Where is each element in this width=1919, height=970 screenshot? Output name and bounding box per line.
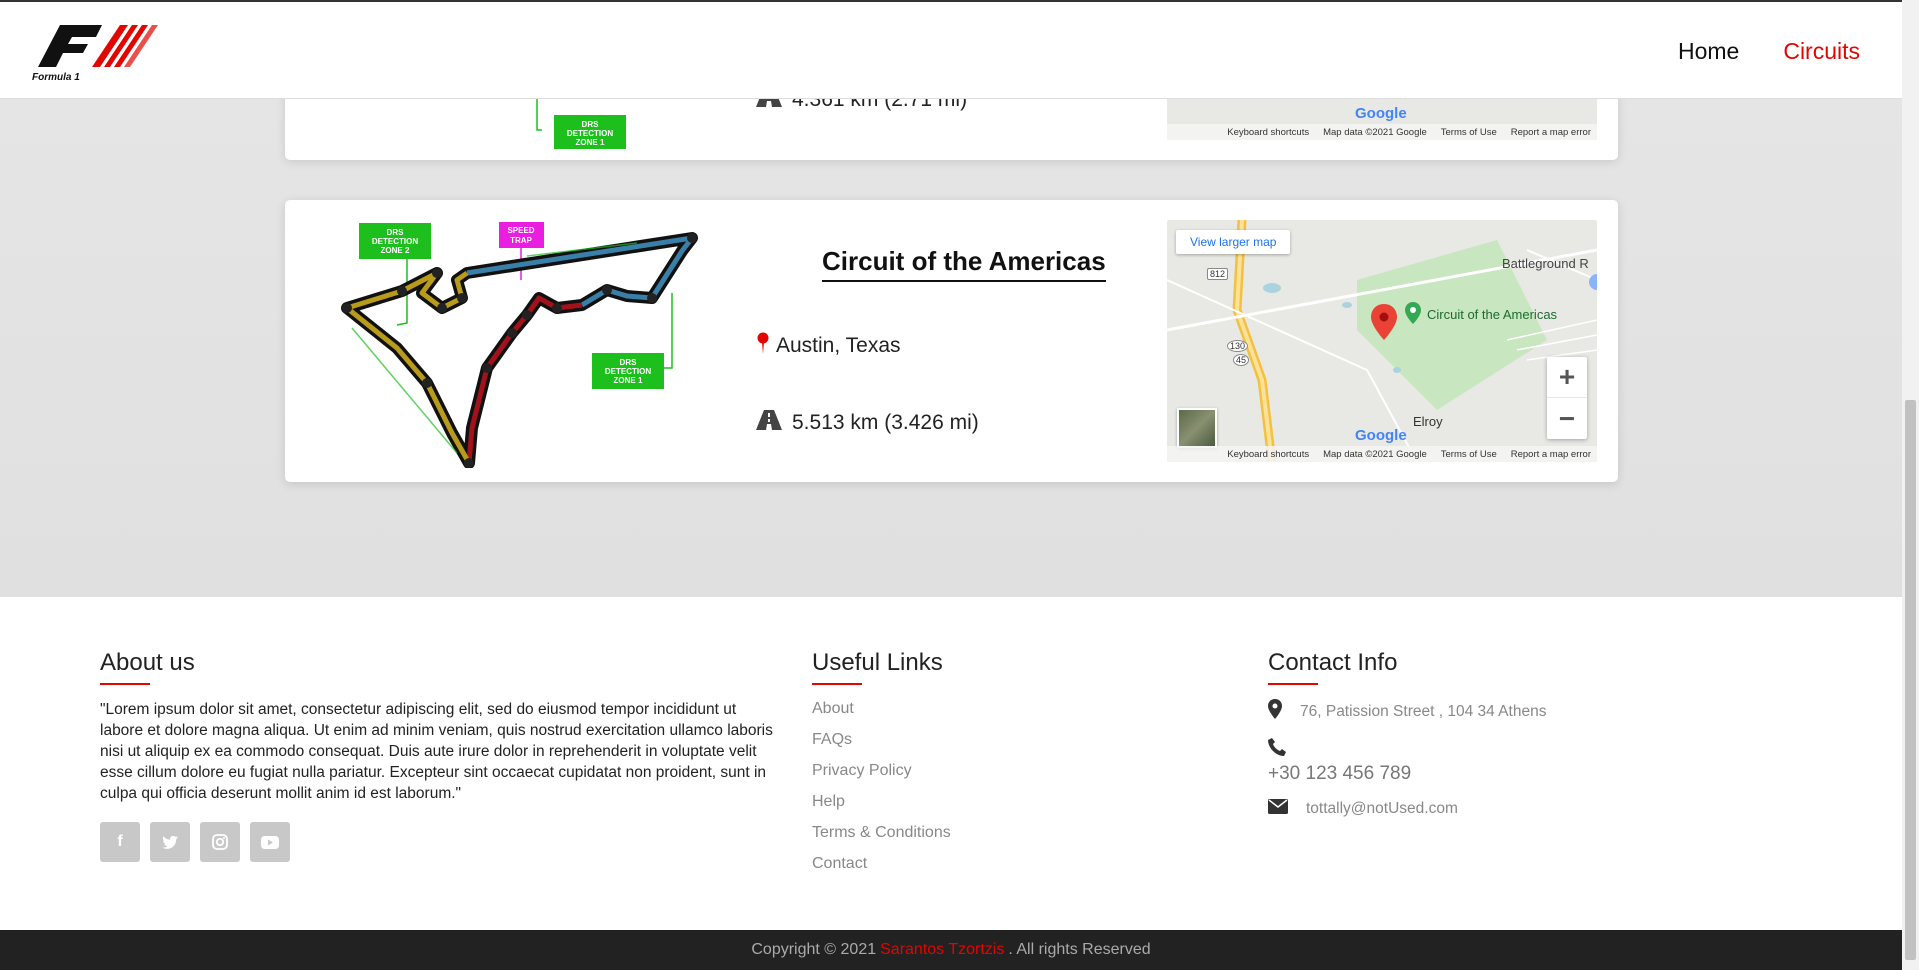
footer-link-terms[interactable]: Terms & Conditions bbox=[812, 823, 951, 843]
about-text: "Lorem ipsum dolor sit amet, consectetur… bbox=[100, 701, 773, 802]
circuit-location: Austin, Texas bbox=[756, 332, 901, 360]
circuit-length: 5.513 km (3.426 mi) bbox=[756, 410, 979, 436]
footer-link-privacy[interactable]: Privacy Policy bbox=[812, 761, 951, 781]
social-links: f bbox=[100, 822, 780, 862]
about-title: About us bbox=[100, 649, 780, 685]
location-icon bbox=[1268, 699, 1282, 724]
twitter-icon[interactable] bbox=[150, 822, 190, 862]
f1-logo[interactable]: Formula 1 bbox=[30, 17, 160, 83]
links-title: Useful Links bbox=[812, 649, 951, 685]
footer: About us "Lorem ipsum dolor sit amet, co… bbox=[0, 597, 1902, 930]
place-marker-icon[interactable] bbox=[1405, 302, 1421, 329]
footer-link-about[interactable]: About bbox=[812, 699, 951, 719]
contact-address: 76, Patission Street , 104 34 Athens bbox=[1268, 699, 1546, 724]
footer-about: About us "Lorem ipsum dolor sit amet, co… bbox=[100, 649, 780, 862]
footer-link-contact[interactable]: Contact bbox=[812, 854, 951, 874]
svg-text:DRS: DRS bbox=[387, 228, 405, 237]
svg-text:TRAP: TRAP bbox=[510, 236, 532, 245]
contact-email: tottally@notUsed.com bbox=[1268, 799, 1546, 819]
svg-text:DETECTION: DETECTION bbox=[567, 129, 613, 138]
footer-link-faqs[interactable]: FAQs bbox=[812, 730, 951, 750]
svg-text:Formula 1: Formula 1 bbox=[32, 72, 80, 83]
author-link[interactable]: Sarantos Tzortzis bbox=[880, 941, 1004, 959]
nav-home-link[interactable]: Home bbox=[1678, 38, 1739, 65]
map-place-label: Battleground R bbox=[1502, 256, 1589, 271]
svg-text:SPEED: SPEED bbox=[507, 226, 534, 235]
scrollbar-thumb[interactable] bbox=[1905, 400, 1916, 960]
map-attribution: Keyboard shortcuts Map data ©2021 Google… bbox=[1167, 446, 1597, 462]
phone-icon bbox=[1268, 738, 1286, 761]
navbar: Formula 1 Home Circuits bbox=[0, 2, 1902, 99]
svg-text:ZONE 1: ZONE 1 bbox=[576, 138, 605, 147]
youtube-icon[interactable] bbox=[250, 822, 290, 862]
view-larger-map-link[interactable]: View larger map bbox=[1176, 230, 1291, 254]
svg-text:DETECTION: DETECTION bbox=[605, 367, 651, 376]
footer-link-help[interactable]: Help bbox=[812, 792, 951, 812]
map-place-label: Elroy bbox=[1413, 414, 1443, 429]
svg-text:DETECTION: DETECTION bbox=[372, 237, 418, 246]
road-icon bbox=[756, 410, 782, 436]
zoom-in-button[interactable]: + bbox=[1547, 357, 1587, 398]
circuit-name: Circuit of the Americas bbox=[822, 246, 1106, 282]
nav-circuits-link[interactable]: Circuits bbox=[1783, 38, 1860, 65]
zoom-out-button[interactable]: − bbox=[1547, 398, 1587, 439]
map-marker-icon[interactable] bbox=[1371, 304, 1397, 345]
copyright-bar: Copyright © 2021 Sarantos Tzortzis . All… bbox=[0, 930, 1902, 970]
road-label: 812 bbox=[1207, 268, 1229, 280]
svg-text:DRS: DRS bbox=[620, 358, 638, 367]
footer-links: Useful Links About FAQs Privacy Policy H… bbox=[812, 649, 951, 885]
facebook-icon[interactable]: f bbox=[100, 822, 140, 862]
circuit-map[interactable]: View larger map 812 130 45 Battleground … bbox=[1167, 220, 1597, 462]
page-scrollbar[interactable] bbox=[1902, 0, 1919, 970]
satellite-toggle[interactable] bbox=[1177, 408, 1217, 448]
contact-title: Contact Info bbox=[1268, 649, 1546, 685]
road-label: 130 bbox=[1227, 340, 1249, 352]
footer-contact: Contact Info 76, Patission Street , 104 … bbox=[1268, 649, 1546, 833]
svg-text:ZONE 1: ZONE 1 bbox=[614, 376, 643, 385]
contact-phone-icon-row bbox=[1268, 738, 1546, 761]
map-attribution: Keyboard shortcuts Map data ©2021 Google… bbox=[1167, 124, 1597, 140]
map-place-name[interactable]: Circuit of the Americas bbox=[1427, 307, 1557, 322]
google-logo: Google bbox=[1355, 105, 1407, 122]
google-logo: Google bbox=[1355, 427, 1407, 444]
contact-phone: +30 123 456 789 bbox=[1268, 763, 1412, 784]
envelope-icon bbox=[1268, 799, 1288, 819]
circuit-card: DRS DETECTION ZONE 2 SPEED TRAP DRS DETE… bbox=[285, 200, 1618, 482]
track-layout-image: DRS DETECTION ZONE 2 SPEED TRAP DRS DETE… bbox=[341, 222, 698, 468]
map-zoom-control: + − bbox=[1547, 357, 1587, 439]
svg-text:ZONE 2: ZONE 2 bbox=[381, 246, 410, 255]
svg-text:DRS: DRS bbox=[582, 120, 600, 129]
road-label: 45 bbox=[1233, 354, 1250, 366]
nav-links: Home Circuits bbox=[1678, 38, 1860, 65]
map-pin-icon bbox=[756, 332, 770, 360]
instagram-icon[interactable] bbox=[200, 822, 240, 862]
